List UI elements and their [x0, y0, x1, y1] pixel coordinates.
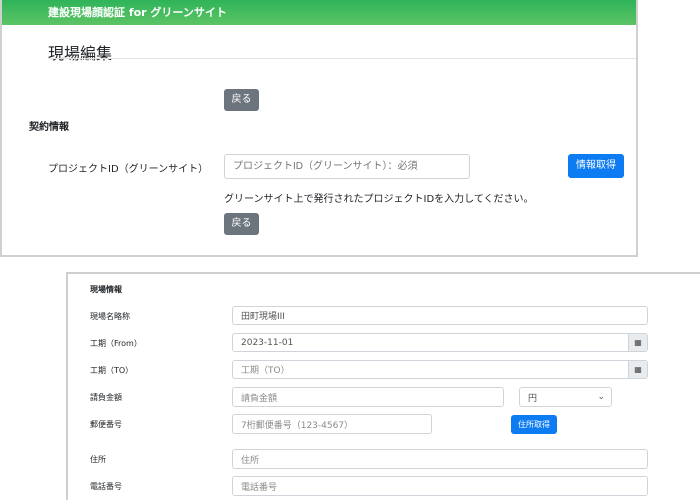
page-title: 現場編集: [48, 44, 113, 63]
app-title: 建設現場顔認証 for グリーンサイト: [48, 6, 227, 19]
site-name-input[interactable]: 田町現場III: [232, 306, 648, 325]
amount-label: 請負金額: [90, 393, 122, 402]
app-header: 建設現場顔認証 for グリーンサイト: [2, 0, 636, 25]
from-label: 工期（From）: [90, 339, 142, 348]
project-id-label: プロジェクトID（グリーンサイト）: [48, 164, 209, 175]
edit-panel: 建設現場顔認証 for グリーンサイト 現場編集 戻る 契約情報 プロジェクトI…: [0, 0, 638, 257]
from-date-value: 2023-11-01: [241, 337, 294, 348]
currency-value: 円: [528, 393, 538, 404]
phone-label: 電話番号: [90, 482, 122, 491]
phone-placeholder: 電話番号: [241, 482, 278, 493]
back-button[interactable]: 戻る: [224, 89, 259, 111]
to-date-placeholder: 工期（TO）: [241, 366, 290, 376]
back-button-bottom[interactable]: 戻る: [224, 213, 259, 235]
site-name-label: 現場名略称: [90, 312, 130, 321]
fetch-info-button[interactable]: 情報取得: [568, 154, 624, 178]
address-label: 住所: [90, 455, 106, 464]
get-address-button[interactable]: 住所取得: [511, 415, 557, 434]
site-name-value: 田町現場III: [241, 312, 285, 322]
contract-heading: 契約情報: [29, 122, 69, 133]
amount-placeholder: 請負金額: [241, 393, 278, 404]
site-info-panel: 現場情報 現場名略称 田町現場III 工期（From） 2023-11-01 ▦ …: [66, 272, 700, 500]
zip-input[interactable]: 7桁郵便番号（123-4567）: [232, 414, 432, 434]
amount-input[interactable]: 請負金額: [232, 387, 504, 407]
phone-input[interactable]: 電話番号: [232, 476, 648, 496]
chevron-down-icon: ⌄: [597, 392, 605, 402]
calendar-icon[interactable]: ▦: [628, 361, 647, 378]
zip-label: 郵便番号: [90, 420, 122, 429]
to-label: 工期（TO）: [90, 366, 134, 375]
currency-select[interactable]: 円 ⌄: [519, 387, 612, 407]
site-heading: 現場情報: [90, 285, 122, 294]
address-placeholder: 住所: [241, 455, 260, 466]
to-date-input[interactable]: 工期（TO） ▦: [232, 360, 648, 379]
project-id-input[interactable]: [224, 154, 470, 179]
calendar-icon[interactable]: ▦: [628, 334, 647, 351]
project-id-help: グリーンサイト上で発行されたプロジェクトIDを入力してください。: [224, 194, 534, 205]
zip-placeholder: 7桁郵便番号（123-4567）: [241, 420, 354, 431]
divider: [48, 58, 636, 59]
address-input[interactable]: 住所: [232, 449, 648, 469]
from-date-input[interactable]: 2023-11-01 ▦: [232, 333, 648, 352]
